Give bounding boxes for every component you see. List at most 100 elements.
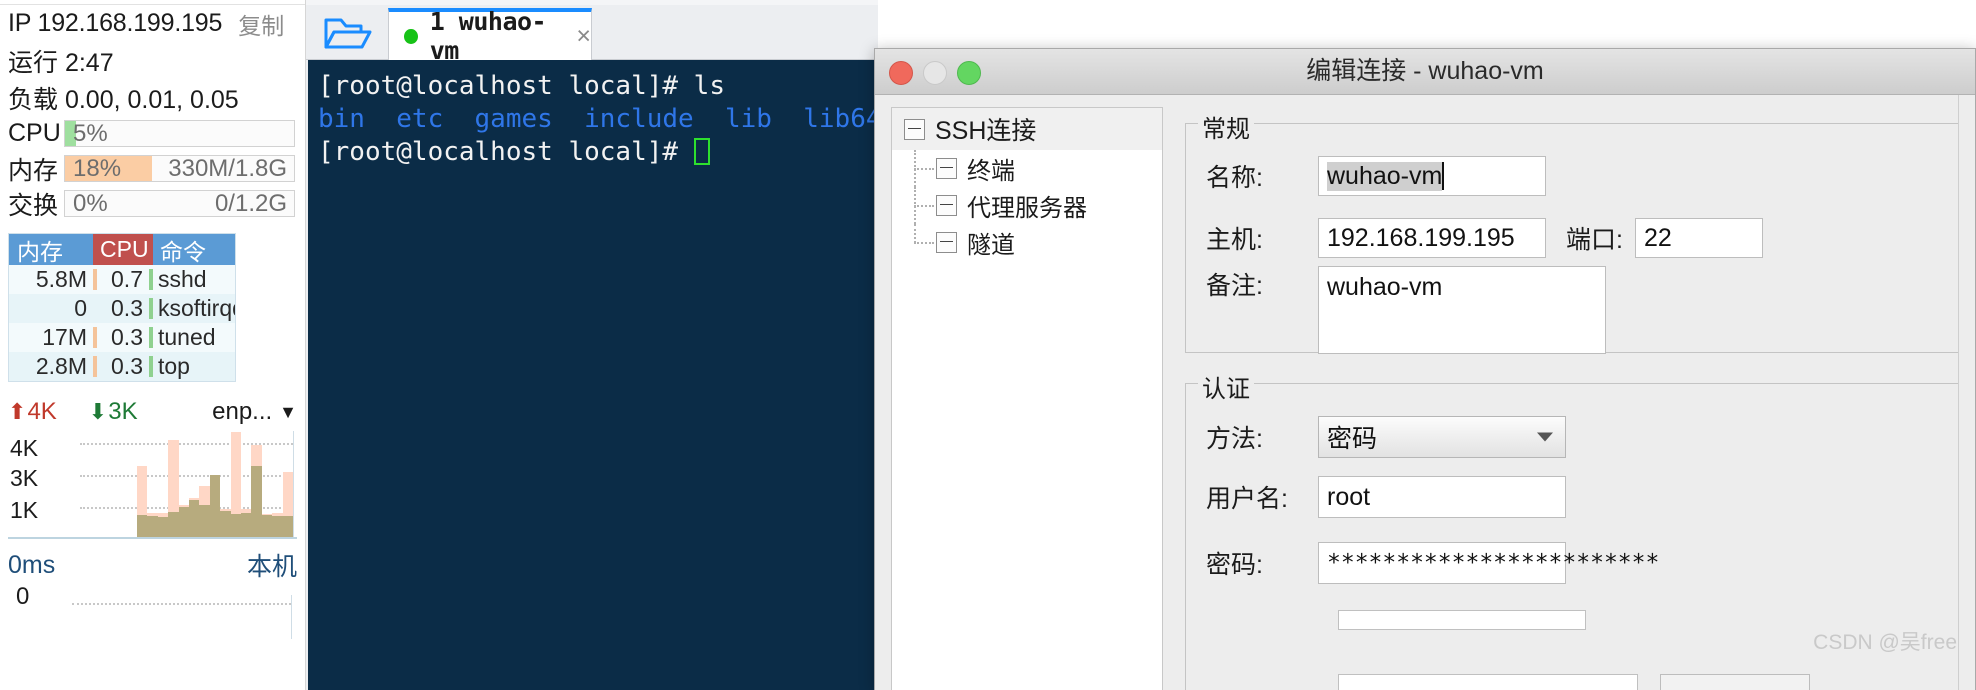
terminal-text: [root@localhost local]# ls bbox=[318, 71, 725, 101]
copy-ip-button[interactable]: 复制 bbox=[238, 7, 284, 41]
network-bar bbox=[178, 431, 190, 537]
dialog-titlebar[interactable]: 编辑连接 - wuhao-vm bbox=[875, 49, 1975, 95]
tree-item-label: 隧道 bbox=[967, 232, 1015, 259]
uptime-row: 运行 2:47 bbox=[0, 42, 305, 79]
ping-target-label[interactable]: 本机 bbox=[247, 547, 297, 583]
network-bar bbox=[241, 431, 252, 537]
network-download-bar bbox=[241, 512, 252, 537]
username-row: 用户名: root bbox=[1206, 476, 1566, 518]
network-ytick-1: 3K bbox=[10, 465, 39, 491]
open-folder-button[interactable] bbox=[320, 12, 378, 54]
terminal-tab[interactable]: 1 wuhao-vm × bbox=[388, 7, 592, 65]
table-row[interactable]: 5.8M 0.7 sshd bbox=[9, 265, 235, 294]
tree-item-proxy-server[interactable]: 代理服务器 bbox=[892, 187, 1162, 224]
process-memory-cell: 0 bbox=[74, 295, 87, 321]
passphrase-input[interactable] bbox=[1338, 674, 1638, 690]
chevron-down-icon bbox=[1537, 432, 1553, 442]
name-label: 名称: bbox=[1206, 164, 1263, 192]
tree-collapse-toggle-icon[interactable] bbox=[904, 118, 925, 140]
network-bar bbox=[220, 431, 231, 537]
network-bar bbox=[157, 431, 169, 537]
edit-connection-dialog: 编辑连接 - wuhao-vm SSH连接 终端 代理服务器 隧道 常规 名称:… bbox=[874, 48, 1976, 690]
network-download-bar bbox=[137, 515, 148, 537]
network-download-bar bbox=[189, 500, 200, 537]
terminal-window: 1 wuhao-vm × [root@localhost local]# ls b… bbox=[306, 0, 878, 690]
network-chart: 4K 3K 1K bbox=[8, 431, 297, 539]
network-upload-value: 4K bbox=[27, 398, 57, 425]
memory-meter-row: 内存 18% 330M/1.8G bbox=[0, 151, 305, 186]
network-download-bar bbox=[261, 515, 273, 537]
tree-connector-horizontal bbox=[914, 205, 934, 207]
method-select[interactable]: 密码 bbox=[1318, 416, 1566, 458]
screen-root: IP 192.168.199.195 复制 运行 2:47 负载 0.00, 0… bbox=[0, 0, 1976, 690]
dialog-right-divider bbox=[1958, 95, 1959, 690]
tree-item-ssh-connection[interactable]: SSH连接 bbox=[892, 108, 1162, 150]
tree-item-label: 终端 bbox=[967, 158, 1015, 185]
uptime-label: 运行 2:47 bbox=[8, 48, 114, 77]
loadavg-row: 负载 0.00, 0.01, 0.05 bbox=[0, 79, 305, 116]
process-memory-cell: 5.8M bbox=[35, 266, 87, 292]
tree-collapse-toggle-icon[interactable] bbox=[936, 195, 957, 216]
network-bar bbox=[189, 431, 200, 537]
general-group: 常规 名称: wuhao-vm 主机: 192.168.199.195 端口: … bbox=[1185, 109, 1959, 354]
ping-latency-value: 0ms bbox=[8, 550, 56, 579]
host-label: 主机: bbox=[1206, 226, 1263, 254]
private-key-input[interactable] bbox=[1338, 610, 1586, 630]
terminal-output[interactable]: [root@localhost local]# ls bin etc games … bbox=[308, 60, 878, 690]
network-download-value: 3K bbox=[108, 398, 138, 425]
tree-item-terminal[interactable]: 终端 bbox=[892, 150, 1162, 187]
ping-panel: 0ms 本机 0 bbox=[0, 547, 305, 639]
ping-gridline bbox=[72, 603, 291, 605]
password-input[interactable]: ************************ bbox=[1318, 542, 1659, 584]
port-input[interactable]: 22 bbox=[1634, 218, 1763, 258]
process-table: 内存 CPU 命令 5.8M0.7sshd00.3ksoftirqd/017M0… bbox=[8, 233, 236, 382]
ping-ytick-0: 0 bbox=[16, 583, 30, 610]
network-bar bbox=[199, 431, 210, 537]
cpu-meter: 5% bbox=[64, 120, 295, 147]
network-panel: ⬆ 4K ⬇ 3K enp... ▼ 4K 3K 1K bbox=[0, 396, 305, 539]
terminal-line: [root@localhost local]# ls bbox=[318, 70, 878, 103]
table-row[interactable]: 2.8M 0.3 top bbox=[9, 352, 235, 381]
process-col-cpu[interactable]: CPU bbox=[93, 234, 153, 265]
network-upload-stat: ⬆ 4K bbox=[8, 398, 57, 426]
tree-collapse-toggle-icon[interactable] bbox=[936, 158, 957, 179]
sidebar-top-divider bbox=[0, 4, 305, 5]
cpu-meter-row: CPU 5% bbox=[0, 116, 305, 151]
network-interface-name: enp... bbox=[212, 398, 273, 425]
note-textarea[interactable]: wuhao-vm bbox=[1318, 266, 1606, 354]
swap-meter: 0% 0/1.2G bbox=[64, 190, 295, 217]
tab-close-icon[interactable]: × bbox=[576, 22, 591, 51]
browse-key-button[interactable] bbox=[1660, 674, 1810, 690]
name-input-value: wuhao-vm bbox=[1327, 161, 1443, 191]
memory-meter-value: 330M/1.8G bbox=[168, 155, 287, 182]
process-command-cell: sshd bbox=[158, 266, 207, 292]
network-header: ⬆ 4K ⬇ 3K enp... ▼ bbox=[8, 396, 297, 428]
network-bar bbox=[230, 431, 242, 537]
general-group-legend: 常规 bbox=[1198, 109, 1254, 144]
username-input[interactable]: root bbox=[1318, 476, 1566, 518]
tree-item-tunnel[interactable]: 隧道 bbox=[892, 224, 1162, 261]
auth-group-legend: 认证 bbox=[1198, 369, 1254, 404]
memory-meter: 18% 330M/1.8G bbox=[64, 155, 295, 182]
process-command-cell: ksoftirqd/0 bbox=[158, 295, 235, 321]
network-bar bbox=[282, 431, 294, 537]
arrow-up-icon: ⬆ bbox=[8, 399, 27, 424]
process-col-command[interactable]: 命令 bbox=[153, 234, 235, 265]
process-table-header: 内存 CPU 命令 bbox=[9, 234, 235, 265]
network-bar bbox=[272, 431, 283, 537]
network-download-bar bbox=[251, 465, 262, 537]
table-row[interactable]: 17M 0.3 tuned bbox=[9, 323, 235, 352]
tab-title: 1 wuhao-vm bbox=[429, 7, 547, 65]
network-bar bbox=[209, 431, 221, 537]
tree-collapse-toggle-icon[interactable] bbox=[936, 232, 957, 253]
name-input[interactable]: wuhao-vm bbox=[1318, 156, 1546, 196]
network-interface-selector[interactable]: enp... ▼ bbox=[212, 398, 297, 426]
ip-row: IP 192.168.199.195 复制 bbox=[0, 5, 305, 42]
host-input[interactable]: 192.168.199.195 bbox=[1318, 218, 1546, 258]
password-label: 密码: bbox=[1206, 551, 1263, 579]
network-ytick-0: 4K bbox=[10, 435, 39, 461]
arrow-down-icon: ⬇ bbox=[88, 399, 108, 424]
process-col-memory[interactable]: 内存 bbox=[9, 234, 93, 265]
cpu-meter-percent: 5% bbox=[73, 120, 108, 147]
table-row[interactable]: 0 0.3 ksoftirqd/0 bbox=[9, 294, 235, 323]
